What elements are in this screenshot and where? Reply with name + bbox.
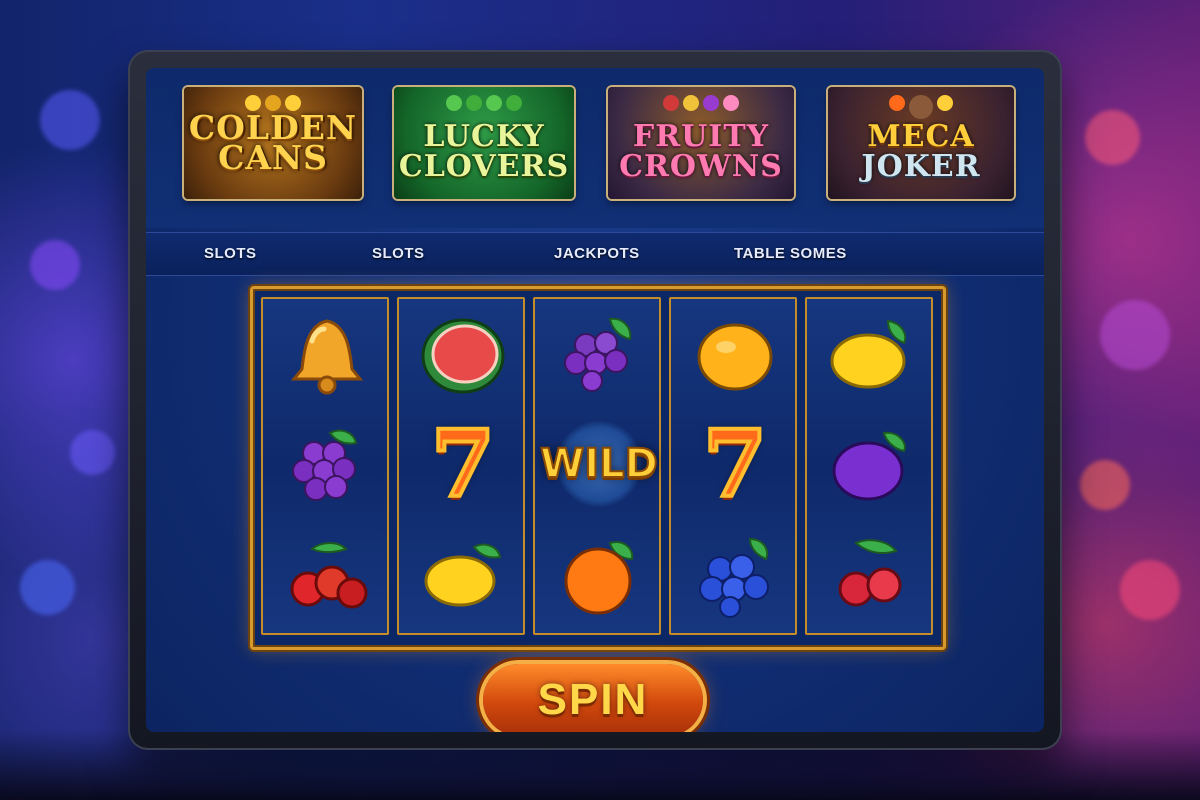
game-title-word: FRUITY — [632, 119, 770, 154]
grapes-icon — [277, 419, 377, 509]
crown-fruit-icon — [663, 95, 739, 111]
lemon-icon — [821, 311, 921, 401]
reel-1 — [261, 297, 389, 635]
bokeh-light — [20, 560, 75, 615]
blackberry-icon — [685, 529, 785, 619]
game-title-word: JOKER — [861, 149, 981, 184]
game-tile-meca-joker[interactable]: MECA JOKER — [828, 87, 1014, 199]
spin-button[interactable]: SPIN — [483, 664, 703, 732]
game-tile-lucky-clovers[interactable]: LUCKY CLOVERS — [394, 87, 574, 199]
joker-icon — [889, 95, 953, 119]
bokeh-light — [1085, 110, 1140, 165]
grapes-icon — [549, 311, 649, 401]
bokeh-light — [1100, 300, 1170, 370]
gold-coins-icon — [245, 95, 301, 111]
bokeh-light — [70, 430, 115, 475]
tablet-device: COLDEN CANS LUCKY CLOVERS FRUITY CROWNS — [128, 50, 1062, 750]
watermelon-icon — [413, 311, 513, 401]
seven-symbol-text: 7 — [701, 410, 769, 518]
reel-2: 7 — [397, 297, 525, 635]
nav-item-jackpots[interactable]: JACKPOTS — [554, 245, 640, 262]
reel-5 — [805, 297, 933, 635]
featured-games-row: COLDEN CANS LUCKY CLOVERS FRUITY CROWNS — [146, 68, 1044, 228]
nav-item-table-games[interactable]: TABLE SOMES — [734, 245, 847, 262]
category-nav: SLOTS SLOTS JACKPOTS TABLE SOMES — [146, 232, 1044, 276]
seven-symbol-text: 7 — [429, 410, 497, 518]
nav-item-slots-2[interactable]: SLOTS — [372, 245, 425, 262]
seven-symbol: 7 — [413, 410, 513, 518]
nav-item-slots[interactable]: SLOTS — [204, 245, 257, 262]
orange-icon — [685, 311, 785, 401]
plum-icon — [821, 419, 921, 509]
cherries-icon — [821, 529, 921, 619]
reel-3: WILD — [533, 297, 661, 635]
slot-reels-frame: 7 WILD 7 — [250, 286, 946, 650]
game-title-word: LUCKY — [423, 119, 545, 154]
game-title-word: CANS — [218, 138, 328, 177]
game-tile-fruity-crowns[interactable]: FRUITY CROWNS — [608, 87, 794, 199]
seven-symbol: 7 — [685, 410, 785, 518]
game-title-word: CROWNS — [619, 149, 783, 184]
bokeh-light — [1080, 460, 1130, 510]
wild-symbol-text: WILD — [539, 440, 659, 488]
wild-symbol: WILD — [539, 419, 659, 509]
bokeh-light — [30, 240, 80, 290]
cherries-icon — [277, 529, 377, 619]
clover-icon — [446, 95, 522, 111]
bell-icon — [277, 311, 377, 401]
orange-icon — [549, 529, 649, 619]
bokeh-light — [1120, 560, 1180, 620]
reel-4: 7 — [669, 297, 797, 635]
bokeh-light — [40, 90, 100, 150]
game-title-word: MECA — [867, 119, 975, 154]
casino-screen: COLDEN CANS LUCKY CLOVERS FRUITY CROWNS — [146, 68, 1044, 732]
lemon-icon — [413, 529, 513, 619]
game-title-word: CLOVERS — [398, 149, 570, 184]
game-tile-colden-cans[interactable]: COLDEN CANS — [184, 87, 362, 199]
